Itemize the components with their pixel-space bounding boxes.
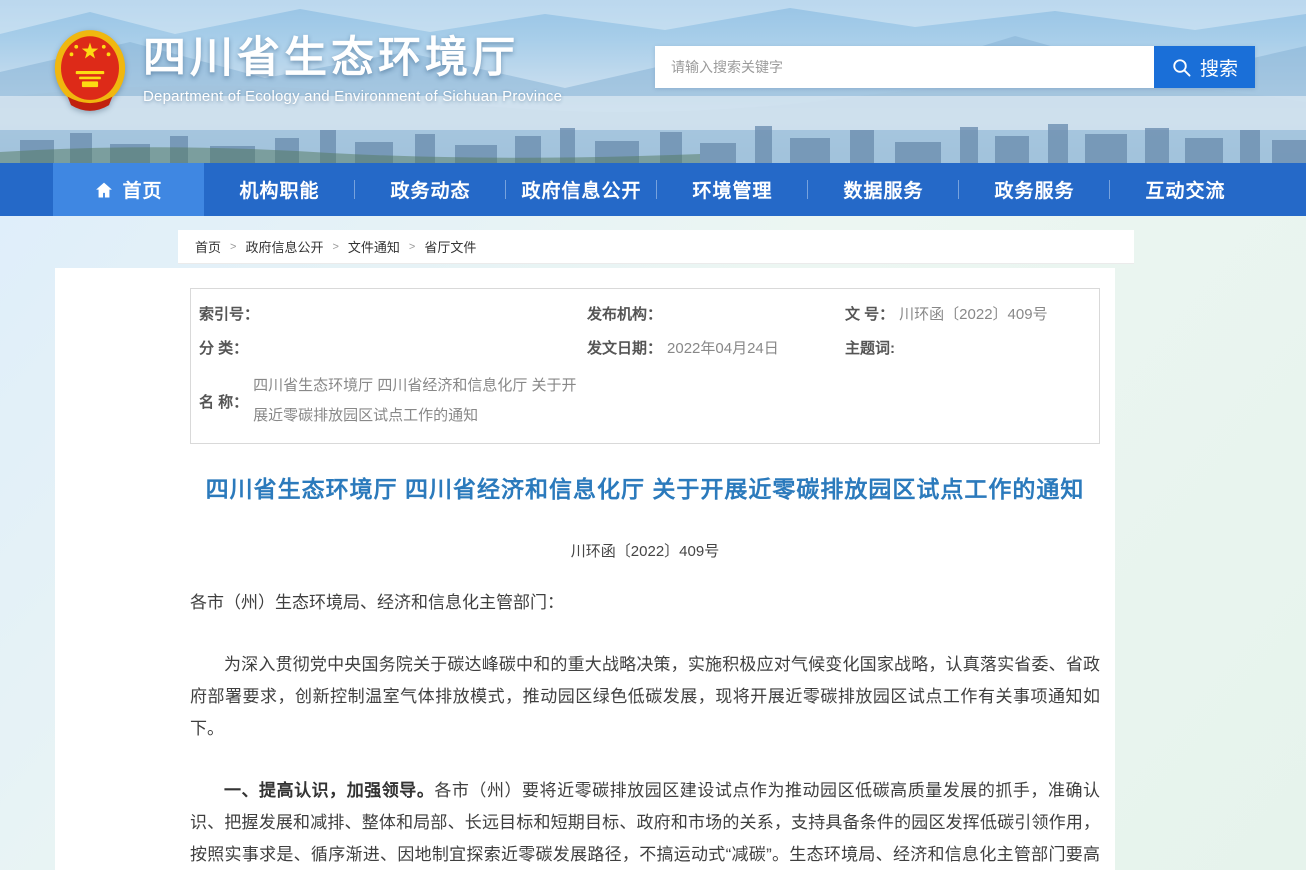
site-header: 四川省生态环境厅 Department of Ecology and Envir… xyxy=(0,0,1306,163)
search-button[interactable]: 搜索 xyxy=(1154,46,1255,88)
main-nav: 首页 机构职能 政务动态 政府信息公开 环境管理 数据服务 政务服务 互动交流 xyxy=(0,163,1306,216)
meta-name-label: 名 称： xyxy=(199,391,248,412)
nav-item-functions[interactable]: 机构职能 xyxy=(204,163,355,216)
breadcrumb-gov-info-link[interactable]: 政府信息公开 xyxy=(245,237,323,256)
content-area: 首页 > 政府信息公开 > 文件通知 > 省厅文件 索引号： 发布机构： xyxy=(0,216,1306,870)
meta-name-value: 四川省生态环境厅 四川省经济和信息化厅 关于开展近零碳排放园区试点工作的通知 xyxy=(253,371,589,431)
nav-item-gov-services[interactable]: 政务服务 xyxy=(959,163,1110,216)
nav-item-label: 政务动态 xyxy=(390,176,470,203)
breadcrumb-separator: > xyxy=(409,241,415,253)
breadcrumb-separator: > xyxy=(230,241,236,253)
breadcrumb-notices-link[interactable]: 文件通知 xyxy=(348,237,400,256)
meta-index-no: 索引号： xyxy=(199,303,587,324)
section-1-heading: 一、提高认识，加强领导。 xyxy=(224,781,434,800)
document-card: 索引号： 发布机构： 文 号： 川环函〔2022〕409号 分 类： xyxy=(55,268,1115,870)
nav-item-label: 政府信息公开 xyxy=(521,176,641,203)
site-subtitle: Department of Ecology and Environment of… xyxy=(143,88,562,105)
nav-item-label: 环境管理 xyxy=(692,176,772,203)
nav-item-gov-news[interactable]: 政务动态 xyxy=(355,163,506,216)
meta-date-value: 2022年04月24日 xyxy=(667,337,779,358)
nav-item-data-services[interactable]: 数据服务 xyxy=(808,163,959,216)
meta-agency: 发布机构： xyxy=(587,303,845,324)
search-input[interactable] xyxy=(655,46,1154,88)
search-button-label: 搜索 xyxy=(1200,54,1238,81)
meta-date: 发文日期： 2022年04月24日 xyxy=(587,337,845,358)
meta-date-label: 发文日期： xyxy=(587,337,662,358)
search-icon xyxy=(1171,57,1192,78)
breadcrumb: 首页 > 政府信息公开 > 文件通知 > 省厅文件 xyxy=(178,230,1134,264)
nav-item-label: 政务服务 xyxy=(994,176,1074,203)
document-body: 各市（州）生态环境局、经济和信息化主管部门： 为深入贯彻党中央国务院关于碳达峰碳… xyxy=(190,587,1100,870)
home-icon xyxy=(94,180,114,200)
meta-category-label: 分 类： xyxy=(199,337,248,358)
search-bar: 搜索 xyxy=(655,46,1255,88)
salutation-paragraph: 各市（州）生态环境局、经济和信息化主管部门： xyxy=(190,587,1100,619)
intro-paragraph: 为深入贯彻党中央国务院关于碳达峰碳中和的重大战略决策，实施积极应对气候变化国家战… xyxy=(190,649,1100,745)
meta-doc-no: 文 号： 川环函〔2022〕409号 xyxy=(845,303,1089,324)
nav-item-home[interactable]: 首页 xyxy=(53,163,204,216)
meta-index-label: 索引号： xyxy=(199,303,259,324)
nav-item-env-management[interactable]: 环境管理 xyxy=(657,163,808,216)
nav-item-label: 数据服务 xyxy=(843,176,923,203)
meta-agency-label: 发布机构： xyxy=(587,303,662,324)
breadcrumb-home-link[interactable]: 首页 xyxy=(195,237,221,256)
section-1-paragraph: 一、提高认识，加强领导。各市（州）要将近零碳排放园区建设试点作为推动园区低碳高质… xyxy=(190,775,1100,870)
meta-category: 分 类： xyxy=(199,337,587,358)
document-meta-table: 索引号： 发布机构： 文 号： 川环函〔2022〕409号 分 类： xyxy=(190,288,1100,444)
meta-name: 名 称： 四川省生态环境厅 四川省经济和信息化厅 关于开展近零碳排放园区试点工作… xyxy=(199,371,1089,431)
nav-item-interaction[interactable]: 互动交流 xyxy=(1110,163,1261,216)
meta-doc-no-label: 文 号： xyxy=(845,303,894,324)
site-title: 四川省生态环境厅 xyxy=(143,35,562,82)
nav-item-label: 互动交流 xyxy=(1145,176,1225,203)
meta-keywords-label: 主题词: xyxy=(845,337,895,358)
site-brand: 四川省生态环境厅 Department of Ecology and Envir… xyxy=(52,28,562,112)
document-number: 川环函〔2022〕409号 xyxy=(190,540,1100,561)
nav-item-label: 首页 xyxy=(122,176,162,203)
nav-item-gov-info-disclosure[interactable]: 政府信息公开 xyxy=(506,163,657,216)
breadcrumb-separator: > xyxy=(332,241,338,253)
site-title-group: 四川省生态环境厅 Department of Ecology and Envir… xyxy=(143,35,562,104)
meta-doc-no-value: 川环函〔2022〕409号 xyxy=(899,303,1047,324)
breadcrumb-dept-docs-link[interactable]: 省厅文件 xyxy=(424,237,476,256)
nav-item-label: 机构职能 xyxy=(239,176,319,203)
document-title: 四川省生态环境厅 四川省经济和信息化厅 关于开展近零碳排放园区试点工作的通知 xyxy=(190,470,1100,504)
national-emblem-logo xyxy=(52,28,128,112)
page: 四川省生态环境厅 Department of Ecology and Envir… xyxy=(0,0,1306,870)
meta-keywords: 主题词: xyxy=(845,337,1089,358)
